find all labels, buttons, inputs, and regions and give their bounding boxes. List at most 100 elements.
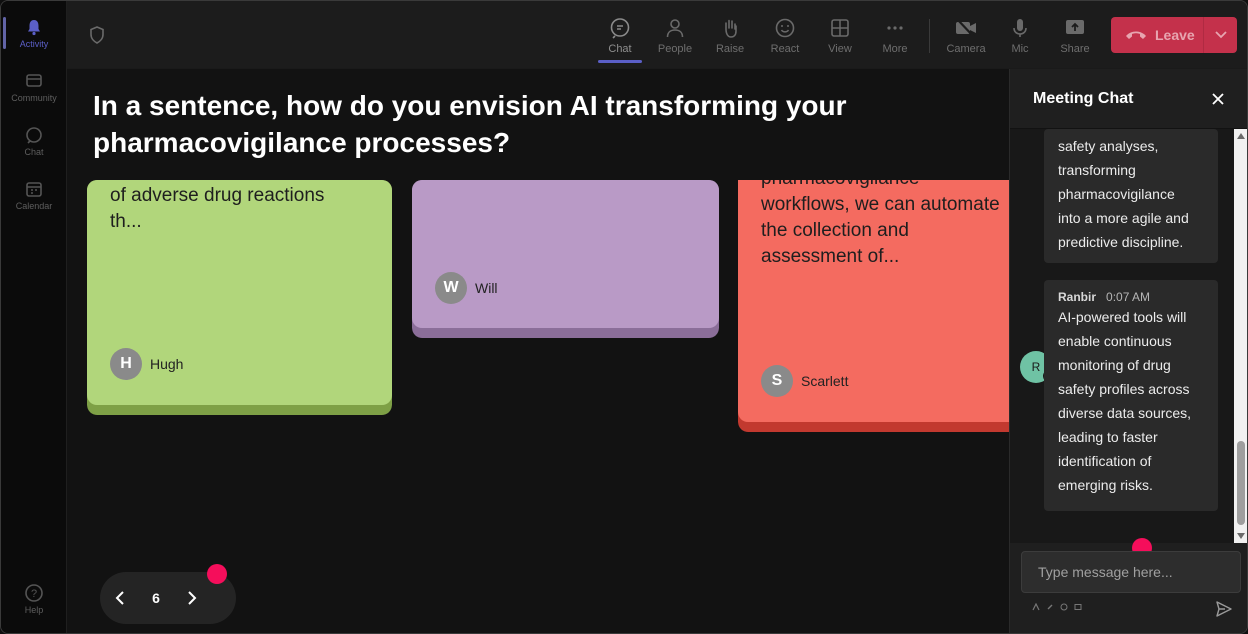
rail-item-label: Chat — [24, 147, 44, 157]
toolbar-view-button[interactable]: View — [815, 9, 865, 61]
svg-text:?: ? — [31, 588, 37, 600]
cursor-dot — [207, 564, 227, 584]
page-number: 6 — [152, 590, 160, 606]
rail-item-calendar[interactable]: Calendar — [1, 171, 67, 219]
scroll-down-arrow[interactable] — [1237, 533, 1245, 539]
avatar: H — [110, 348, 142, 380]
message-line: diverse data sources, — [1058, 405, 1192, 421]
message-line: AI-powered tools will — [1058, 309, 1187, 325]
grid-icon — [828, 16, 852, 40]
toolbar-button-label: View — [828, 42, 852, 55]
message-line: monitoring of drug — [1058, 357, 1171, 373]
scroll-up-arrow[interactable] — [1237, 133, 1245, 139]
attach-icon[interactable] — [1046, 603, 1054, 611]
send-icon[interactable] — [1215, 600, 1233, 618]
toolbar-raise-button[interactable]: Raise — [705, 9, 755, 61]
more-icon — [883, 16, 907, 40]
toolbar-react-button[interactable]: React — [760, 9, 810, 61]
prev-page-button[interactable] — [100, 578, 140, 618]
toolbar-people-button[interactable]: People — [650, 9, 700, 61]
share-icon — [1063, 16, 1087, 40]
card-body: pharmacovigilance workflows, we can auto… — [738, 180, 1009, 422]
smile-icon — [773, 16, 797, 40]
scroll-thumb[interactable] — [1237, 441, 1245, 525]
toolbar-camera-button[interactable]: Camera — [941, 9, 991, 61]
people-icon — [663, 16, 687, 40]
chat-message-list[interactable]: safety analyses, transforming pharmacovi… — [1010, 129, 1247, 543]
card-text-line: pharmacovigilance — [761, 180, 1009, 192]
message-line: enable continuous — [1058, 333, 1172, 349]
rail-item-community[interactable]: Community — [1, 63, 67, 111]
card-author: H Hugh — [110, 348, 183, 380]
hand-icon — [718, 16, 742, 40]
response-card[interactable]: of adverse drug reactions th... H Hugh — [87, 180, 392, 415]
author-name: Hugh — [150, 356, 184, 372]
rail-item-label: Community — [11, 93, 57, 103]
chat-message: Ranbir 0:07 AM AI-powered tools will enab… — [1044, 280, 1218, 511]
response-card[interactable]: pharmacovigilance workflows, we can auto… — [738, 180, 1009, 432]
card-text-line: of adverse drug reactions — [110, 185, 325, 206]
author-name: Scarlett — [801, 373, 849, 389]
message-line: pharmacovigilance — [1058, 186, 1175, 202]
toolbar-mic-button[interactable]: Mic — [995, 9, 1045, 61]
response-card[interactable]: W Will — [412, 180, 719, 338]
calendar-icon — [24, 179, 44, 199]
card-body: of adverse drug reactions th... H Hugh — [87, 180, 392, 405]
toolbar-button-label: Share — [1060, 42, 1090, 55]
toolbar-button-label: Mic — [1011, 42, 1029, 55]
chat-scrollbar[interactable] — [1234, 129, 1247, 543]
message-line: emerging risks. — [1058, 477, 1153, 493]
rail-item-help[interactable]: ? Help — [1, 575, 67, 623]
mic-icon — [1008, 16, 1032, 40]
card-author: W Will — [435, 272, 498, 304]
toolbar-chat-button[interactable]: Chat — [595, 9, 645, 63]
message-time: 0:07 AM — [1106, 290, 1151, 304]
card-body: W Will — [412, 180, 719, 328]
leave-label: Leave — [1155, 27, 1195, 43]
emoji-icon[interactable] — [1060, 603, 1068, 611]
help-icon: ? — [24, 583, 44, 603]
message-line: leading to faster — [1058, 429, 1158, 445]
next-page-button[interactable] — [172, 578, 212, 618]
chat-icon — [24, 125, 44, 145]
community-icon — [24, 71, 44, 91]
rail-item-label: Calendar — [15, 201, 53, 211]
card-text-line: workflows, we can automate — [761, 194, 1000, 215]
author-name: Will — [475, 280, 498, 296]
close-icon[interactable] — [1210, 91, 1226, 107]
rail-item-chat[interactable]: Chat — [1, 117, 67, 165]
whiteboard-area: In a sentence, how do you envision AI tr… — [67, 69, 1009, 633]
camera-off-icon — [954, 16, 978, 40]
chat-title: Meeting Chat — [1033, 90, 1134, 107]
shield-icon[interactable] — [87, 25, 107, 45]
message-line: into a more agile and — [1058, 210, 1189, 226]
toolbar-share-button[interactable]: Share — [1050, 9, 1100, 61]
chevron-right-icon — [188, 591, 197, 605]
bell-icon — [24, 17, 44, 37]
toolbar-button-label: Chat — [608, 42, 632, 55]
gif-icon[interactable] — [1074, 603, 1082, 611]
rail-item-label: Help — [24, 605, 44, 615]
message-meta: Ranbir 0:07 AM — [1058, 289, 1204, 305]
card-text-line: th... — [110, 211, 142, 232]
card-text-line: the collection and — [761, 220, 909, 241]
card-author: S Scarlett — [761, 365, 848, 397]
message-line: safety profiles across — [1058, 381, 1190, 397]
format-icon[interactable] — [1032, 603, 1040, 611]
message-author: Ranbir — [1058, 290, 1097, 304]
card-text: of adverse drug reactions th... — [110, 183, 324, 235]
chevron-left-icon — [115, 591, 124, 605]
chat-message: safety analyses, transforming pharmacovi… — [1044, 129, 1218, 263]
toolbar-button-label: People — [657, 42, 693, 55]
rail-item-activity[interactable]: Activity — [1, 9, 67, 57]
rail-item-label: Activity — [19, 39, 49, 49]
toolbar-more-button[interactable]: More — [870, 9, 920, 61]
chat-message-input[interactable] — [1021, 551, 1241, 593]
leave-button[interactable]: Leave — [1111, 17, 1237, 53]
toolbar-button-label: React — [770, 42, 800, 55]
meeting-toolbar: Chat People Raise React View More Camera… — [67, 1, 1247, 69]
card-text: pharmacovigilance workflows, we can auto… — [761, 180, 1009, 270]
question-heading: In a sentence, how do you envision AI tr… — [93, 90, 847, 158]
format-toolbar — [1032, 603, 1082, 611]
chevron-down-icon[interactable] — [1203, 17, 1237, 53]
